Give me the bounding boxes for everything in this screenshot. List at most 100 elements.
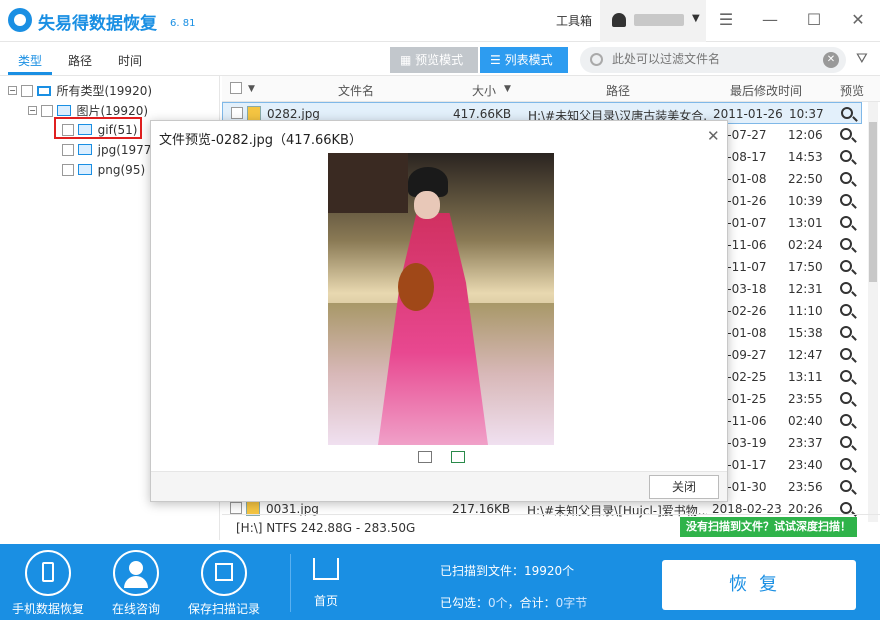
file-time: 23:37 bbox=[788, 436, 823, 450]
file-time: 15:38 bbox=[788, 326, 823, 340]
dialog-title: 文件预览-0282.jpg（417.66KB） bbox=[159, 133, 362, 148]
active-tab-indicator bbox=[8, 72, 52, 75]
preview-icon[interactable] bbox=[840, 414, 852, 426]
tab-type[interactable]: 类型 bbox=[18, 52, 42, 69]
list-scrollbar[interactable] bbox=[868, 102, 878, 522]
collapse-icon[interactable]: − bbox=[28, 106, 37, 115]
preview-icon[interactable] bbox=[840, 172, 852, 184]
preview-icon[interactable] bbox=[840, 238, 852, 250]
list-mode-button[interactable]: ☰ 列表模式 bbox=[480, 47, 568, 73]
maximize-icon[interactable]: ☐ bbox=[802, 10, 826, 29]
bottom-label: 保存扫描记录 bbox=[187, 602, 260, 616]
app-logo-icon bbox=[8, 8, 32, 32]
row-checkbox[interactable] bbox=[230, 502, 242, 514]
dialog-close-button[interactable]: 关闭 bbox=[649, 475, 719, 499]
phone-recovery-button[interactable]: 手机数据恢复 bbox=[3, 550, 93, 617]
image-file-icon bbox=[247, 106, 261, 121]
filter-icon[interactable]: ⛛ bbox=[856, 51, 868, 67]
file-time: 12:31 bbox=[788, 282, 823, 296]
menu-icon[interactable]: ☰ bbox=[714, 10, 738, 29]
online-consult-button[interactable]: 在线咨询 bbox=[91, 550, 181, 617]
file-time: 23:55 bbox=[788, 392, 823, 406]
search-input[interactable] bbox=[612, 52, 812, 66]
column-header-name[interactable]: 文件名 bbox=[338, 82, 374, 99]
preview-icon[interactable] bbox=[840, 260, 852, 272]
preview-icon[interactable] bbox=[840, 348, 852, 360]
tree-checkbox[interactable] bbox=[62, 143, 74, 156]
file-time: 11:10 bbox=[788, 304, 823, 318]
close-icon[interactable]: ✕ bbox=[846, 10, 870, 29]
tree-checkbox[interactable] bbox=[40, 104, 53, 117]
actual-size-icon[interactable] bbox=[451, 451, 465, 463]
search-box: ✕ bbox=[580, 47, 846, 73]
preview-image bbox=[328, 153, 554, 445]
chevron-down-icon[interactable]: ▼ bbox=[692, 13, 700, 24]
tab-time[interactable]: 时间 bbox=[118, 52, 142, 69]
tab-path[interactable]: 路径 bbox=[68, 52, 92, 69]
save-scan-record-button[interactable]: 保存扫描记录 bbox=[179, 550, 269, 617]
preview-icon[interactable] bbox=[840, 458, 852, 470]
divider bbox=[290, 554, 291, 612]
file-time: 17:50 bbox=[788, 260, 823, 274]
phone-icon bbox=[25, 550, 71, 596]
file-time: 12:06 bbox=[788, 128, 823, 142]
tree-item-jpg[interactable]: jpg(19774 bbox=[62, 142, 159, 160]
user-account[interactable]: ▼ bbox=[600, 0, 706, 42]
title-bar: 失易得数据恢复 6. 81 工具箱 ▼ ☰ — ☐ ✕ bbox=[0, 0, 880, 42]
file-time: 10:37 bbox=[789, 107, 824, 121]
preview-icon[interactable] bbox=[840, 282, 852, 294]
file-time: 13:01 bbox=[788, 216, 823, 230]
close-icon[interactable]: ✕ bbox=[707, 127, 720, 145]
clear-search-icon[interactable]: ✕ bbox=[823, 52, 839, 68]
preview-mode-label: 预览模式 bbox=[415, 53, 464, 67]
row-checkbox[interactable] bbox=[231, 107, 243, 119]
file-time: 23:40 bbox=[788, 458, 823, 472]
tree-label: 图片(19920) bbox=[76, 104, 149, 118]
fit-to-window-icon[interactable] bbox=[418, 451, 432, 463]
preview-icon[interactable] bbox=[840, 502, 852, 514]
file-time: 12:47 bbox=[788, 348, 823, 362]
scrollbar-thumb[interactable] bbox=[869, 122, 877, 282]
file-date: 2011-01-26 bbox=[713, 107, 783, 121]
preview-icon[interactable] bbox=[841, 107, 853, 119]
recover-button[interactable]: 恢复 bbox=[662, 560, 856, 610]
minimize-icon[interactable]: — bbox=[758, 10, 782, 29]
tree-checkbox[interactable] bbox=[20, 84, 33, 97]
sort-down-icon: ▼ bbox=[504, 84, 511, 94]
disk-status-bar: [H:\] NTFS 242.88G - 283.50G 没有扫描到文件？试试深… bbox=[222, 514, 880, 540]
bottom-label: 手机数据恢复 bbox=[11, 602, 84, 616]
preview-mode-button[interactable]: ▦ 预览模式 bbox=[390, 47, 478, 73]
bottom-label: 在线咨询 bbox=[111, 602, 160, 616]
collapse-icon[interactable]: − bbox=[8, 86, 17, 95]
deep-scan-button[interactable]: 没有扫描到文件？试试深度扫描！ bbox=[680, 517, 857, 537]
tree-checkbox[interactable] bbox=[62, 163, 74, 176]
preview-icon[interactable] bbox=[840, 194, 852, 206]
select-all-checkbox[interactable] bbox=[230, 82, 242, 94]
preview-icon[interactable] bbox=[840, 370, 852, 382]
tree-item-png[interactable]: png(95) bbox=[62, 162, 145, 180]
home-button[interactable]: 首页 bbox=[306, 558, 346, 609]
preview-icon[interactable] bbox=[840, 436, 852, 448]
toolbox-button[interactable]: 工具箱 bbox=[556, 12, 592, 29]
total-size: 0字节 bbox=[555, 596, 588, 610]
preview-icon[interactable] bbox=[840, 480, 852, 492]
preview-icon[interactable] bbox=[840, 128, 852, 140]
column-header-size[interactable]: 大小 bbox=[472, 82, 496, 99]
file-preview-dialog: 文件预览-0282.jpg（417.66KB） ✕ 关闭 bbox=[150, 120, 728, 502]
chevron-down-icon[interactable]: ▼ bbox=[248, 84, 255, 94]
image-folder-icon bbox=[56, 105, 71, 116]
file-size: 417.66KB bbox=[453, 107, 512, 121]
file-time: 02:24 bbox=[788, 238, 823, 252]
tree-label: 所有类型(19920) bbox=[56, 84, 153, 98]
preview-icon[interactable] bbox=[840, 216, 852, 228]
column-header-modified[interactable]: 最后修改时间 bbox=[730, 82, 802, 99]
preview-icon[interactable] bbox=[840, 304, 852, 316]
user-icon bbox=[113, 550, 159, 596]
user-name-blurred bbox=[634, 14, 684, 26]
user-icon bbox=[612, 13, 626, 27]
preview-icon[interactable] bbox=[840, 150, 852, 162]
preview-icon[interactable] bbox=[840, 326, 852, 338]
column-header-path[interactable]: 路径 bbox=[606, 82, 630, 99]
tree-item-all-types[interactable]: − 所有类型(19920) bbox=[8, 82, 152, 100]
preview-icon[interactable] bbox=[840, 392, 852, 404]
